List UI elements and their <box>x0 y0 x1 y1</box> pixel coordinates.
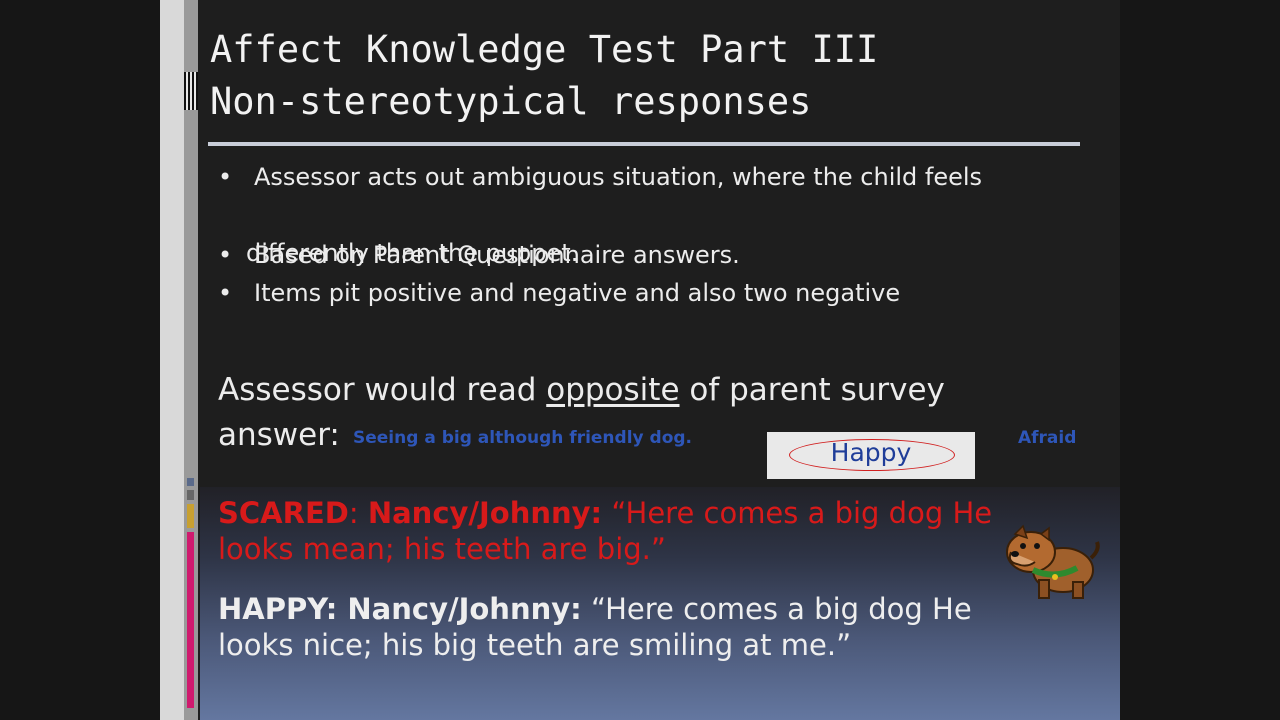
accent-strip-gray <box>187 490 194 500</box>
bullet-marker: • <box>218 241 233 269</box>
scared-label: SCARED <box>218 496 349 530</box>
happy-names: Nancy/Johnny: <box>337 592 582 626</box>
happy-answer-text: Happy <box>830 438 912 467</box>
scared-script: SCARED: Nancy/Johnny: “Here comes a big … <box>218 495 1018 567</box>
bullet-marker: • <box>218 279 233 307</box>
bullet-marker: • <box>218 163 233 191</box>
afraid-answer-text: Afraid <box>1018 428 1077 448</box>
title-line-1: Affect Knowledge Test Part III <box>210 28 879 71</box>
scared-names: Nancy/Johnny: <box>367 496 603 530</box>
answer-label: answer: <box>218 417 340 453</box>
happy-label: HAPPY: <box>218 592 338 626</box>
bullet-item: • Items pit positive and negative and al… <box>218 274 1068 312</box>
example-panel: SCARED: Nancy/Johnny: “Here comes a big … <box>200 487 1120 720</box>
happy-answer-box: Happy <box>767 432 975 479</box>
bullet-text: Items pit positive and negative and also… <box>254 279 901 307</box>
bullet-text: Based on Parent Questionnaire answers. <box>254 241 740 269</box>
opposite-emphasis: opposite <box>546 372 680 408</box>
bullet-list: • Assessor acts out ambiguous situation,… <box>218 158 1068 312</box>
accent-strip-magenta <box>187 532 194 708</box>
bullet-item: • Based on Parent Questionnaire answers. <box>218 236 1068 274</box>
accent-strip-blue <box>187 478 194 486</box>
scared-separator: : <box>348 496 368 530</box>
barcode-mark <box>184 72 198 110</box>
bulldog-icon <box>1006 524 1100 599</box>
title-divider <box>208 142 1080 146</box>
assessor-text-pre: Assessor would read <box>218 372 547 408</box>
assessor-text-post: of parent survey <box>679 372 945 408</box>
bullet-text: Assessor acts out ambiguous situation, w… <box>254 163 983 191</box>
bullet-item: • Assessor acts out ambiguous situation,… <box>218 158 1068 267</box>
example-situation: Seeing a big although friendly dog. <box>353 428 693 448</box>
title-line-2: Non-stereotypical responses <box>210 80 812 123</box>
happy-script: HAPPY: Nancy/Johnny: “Here comes a big d… <box>218 591 1018 663</box>
accent-strip-gold <box>187 504 194 528</box>
slide: Affect Knowledge Test Part III Non-stere… <box>160 0 1120 720</box>
slide-title: Affect Knowledge Test Part III Non-stere… <box>210 24 1070 128</box>
